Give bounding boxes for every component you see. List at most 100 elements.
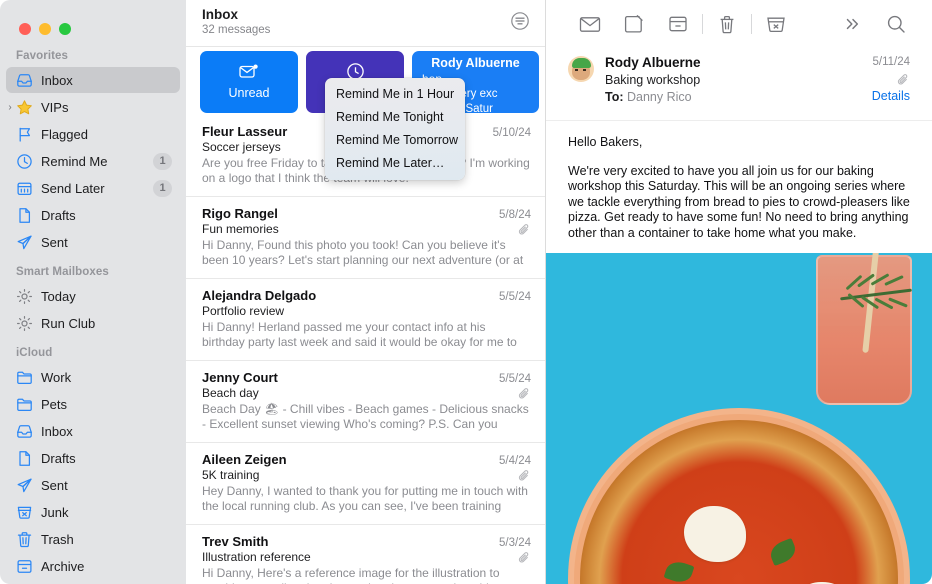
list-item[interactable]: Aileen Zeigen 5/4/24 5K training Hey Danny,…	[186, 443, 545, 525]
sidebar-item-label: Work	[41, 369, 72, 385]
sidebar-item-drafts[interactable]: Drafts	[6, 202, 180, 228]
rosemary-sprig	[840, 271, 914, 319]
message-date: 5/11/24	[872, 56, 910, 68]
menu-item[interactable]: Remind Me in 1 Hour	[325, 83, 465, 106]
message-date: 5/4/24	[499, 455, 531, 467]
unread-badge: 1	[153, 152, 172, 170]
toolbar-divider	[702, 14, 703, 34]
sidebar-item-send-later[interactable]: Send Later 1	[6, 175, 180, 201]
sidebar-item-trash[interactable]: Trash	[6, 526, 180, 552]
sidebar-item-sent[interactable]: Sent	[6, 229, 180, 255]
sidebar-item-label: Trash	[41, 531, 74, 547]
menu-item[interactable]: Remind Me Tonight	[325, 106, 465, 129]
minimize-button[interactable]	[39, 22, 51, 35]
sidebar-item-label: Send Later	[41, 180, 105, 196]
list-item[interactable]: Jenny Court 5/5/24 Beach day Beach Day 🏖 - …	[186, 361, 545, 443]
menu-item[interactable]: Remind Me Tomorrow	[325, 129, 465, 152]
sidebar-item-inbox[interactable]: Inbox	[6, 418, 180, 444]
paperclip-icon	[518, 387, 531, 400]
list-item[interactable]: Trev Smith 5/3/24 Illustration reference Hi…	[186, 525, 545, 584]
sidebar-item-inbox[interactable]: Inbox	[6, 67, 180, 93]
sidebar-item-label: Drafts	[41, 207, 76, 223]
sidebar-item-pets[interactable]: Pets	[6, 391, 180, 417]
sidebar-item-label: Run Club	[41, 315, 96, 331]
sender-name: Aileen Zeigen	[202, 452, 287, 467]
trash-icon[interactable]	[705, 9, 749, 39]
list-item[interactable]: Rigo Rangel 5/8/24 Fun memories Hi Danny, F…	[186, 197, 545, 279]
sidebar-section-header: iCloud	[16, 347, 53, 359]
reader-toolbar	[546, 0, 932, 48]
sidebar-item-drafts[interactable]: Drafts	[6, 445, 180, 471]
details-link[interactable]: Details	[872, 88, 910, 105]
search-icon[interactable]	[874, 9, 918, 39]
sidebar-item-flagged[interactable]: Flagged	[6, 121, 180, 147]
archive-icon[interactable]	[656, 9, 700, 39]
sidebar-item-remind-me[interactable]: Remind Me 1	[6, 148, 180, 174]
selected-sender: Rody Albuerne	[431, 56, 520, 70]
sidebar-item-junk[interactable]: Junk	[6, 499, 180, 525]
avatar	[568, 56, 594, 82]
menu-item[interactable]: Remind Me Later…	[325, 152, 465, 175]
message-subject: 5K training	[202, 468, 260, 482]
to-value: Danny Rico	[627, 90, 692, 104]
toolbar-divider	[751, 14, 752, 34]
zoom-button[interactable]	[59, 22, 71, 35]
compose-icon[interactable]	[612, 9, 656, 39]
message-header: Rody Albuerne Baking workshop To: Danny …	[546, 48, 932, 121]
message-list: Inbox 32 messages Unread Rody Albuerne v…	[186, 0, 546, 584]
mark-unread-icon[interactable]	[568, 9, 612, 39]
message-date: 5/3/24	[499, 537, 531, 549]
filter-icon[interactable]	[509, 10, 531, 32]
chevron-double-right-icon[interactable]	[830, 9, 874, 39]
calendar-icon	[16, 180, 33, 197]
sidebar: Favorites Inbox › VIPs Flagged Remind Me 1 Send…	[0, 0, 186, 584]
message-preview: Hi Danny, Here's a reference image for t…	[202, 566, 500, 584]
clock-icon	[16, 153, 33, 170]
paperclip-icon	[518, 223, 531, 236]
sidebar-item-work[interactable]: Work	[6, 364, 180, 390]
folder-icon	[16, 396, 33, 413]
message-date: 5/5/24	[499, 291, 531, 303]
sidebar-item-sent[interactable]: Sent	[6, 472, 180, 498]
message-preview: Hi Danny, Found this photo you took! Can…	[202, 238, 524, 267]
paper-plane-icon	[16, 477, 33, 494]
message-preview: Hi Danny! Herland passed me your contact…	[202, 320, 517, 349]
sidebar-item-label: Remind Me	[41, 153, 108, 169]
sidebar-item-run-club[interactable]: Run Club	[6, 310, 180, 336]
body-paragraph: We're very excited to have you all join …	[568, 163, 910, 240]
close-button[interactable]	[19, 22, 31, 35]
message-subject: Portfolio review	[202, 304, 285, 318]
folder-icon	[16, 369, 33, 386]
sender-name: Alejandra Delgado	[202, 288, 317, 303]
message-date: 5/10/24	[492, 127, 531, 139]
list-item[interactable]: Alejandra Delgado 5/5/24 Portfolio review H…	[186, 279, 545, 361]
window-controls	[0, 0, 186, 40]
body-paragraph: Hello Bakers,	[568, 135, 643, 149]
sender-name: Rigo Rangel	[202, 206, 278, 221]
sidebar-item-label: Pets	[41, 396, 68, 412]
remind-me-context-menu[interactable]: Remind Me in 1 Hour Remind Me Tonight Remi…	[325, 78, 465, 180]
swipe-unread-button[interactable]: Unread	[200, 51, 298, 113]
inbox-icon	[16, 423, 33, 440]
message-subject: Fun memories	[202, 222, 279, 236]
pizza	[574, 414, 904, 584]
sidebar-item-archive[interactable]: Archive	[6, 553, 180, 579]
sidebar-item-label: Sent	[41, 234, 68, 250]
paperclip-icon	[518, 469, 531, 482]
sender-name: Jenny Court	[202, 370, 278, 385]
junk-icon[interactable]	[754, 9, 798, 39]
message-body: Hello Bakers, We're very excited to have…	[546, 121, 932, 253]
sidebar-item-today[interactable]: Today	[6, 283, 180, 309]
chevron-right-icon[interactable]: ›	[3, 94, 17, 120]
sidebar-item-label: Inbox	[41, 423, 73, 439]
flag-icon	[16, 126, 33, 143]
sidebar-item-vips[interactable]: › VIPs	[6, 94, 180, 120]
unread-badge: 1	[153, 179, 172, 197]
junk-icon	[16, 504, 33, 521]
sidebar-item-label: Sent	[41, 477, 68, 493]
message-preview: Beach Day 🏖 - Chill vibes - Beach games …	[202, 402, 529, 431]
mail-window: Favorites Inbox › VIPs Flagged Remind Me 1 Send…	[0, 0, 932, 584]
message-count: 32 messages	[202, 24, 271, 36]
sidebar-item-label: Junk	[41, 504, 69, 520]
sidebar-section-header: Smart Mailboxes	[16, 266, 109, 278]
